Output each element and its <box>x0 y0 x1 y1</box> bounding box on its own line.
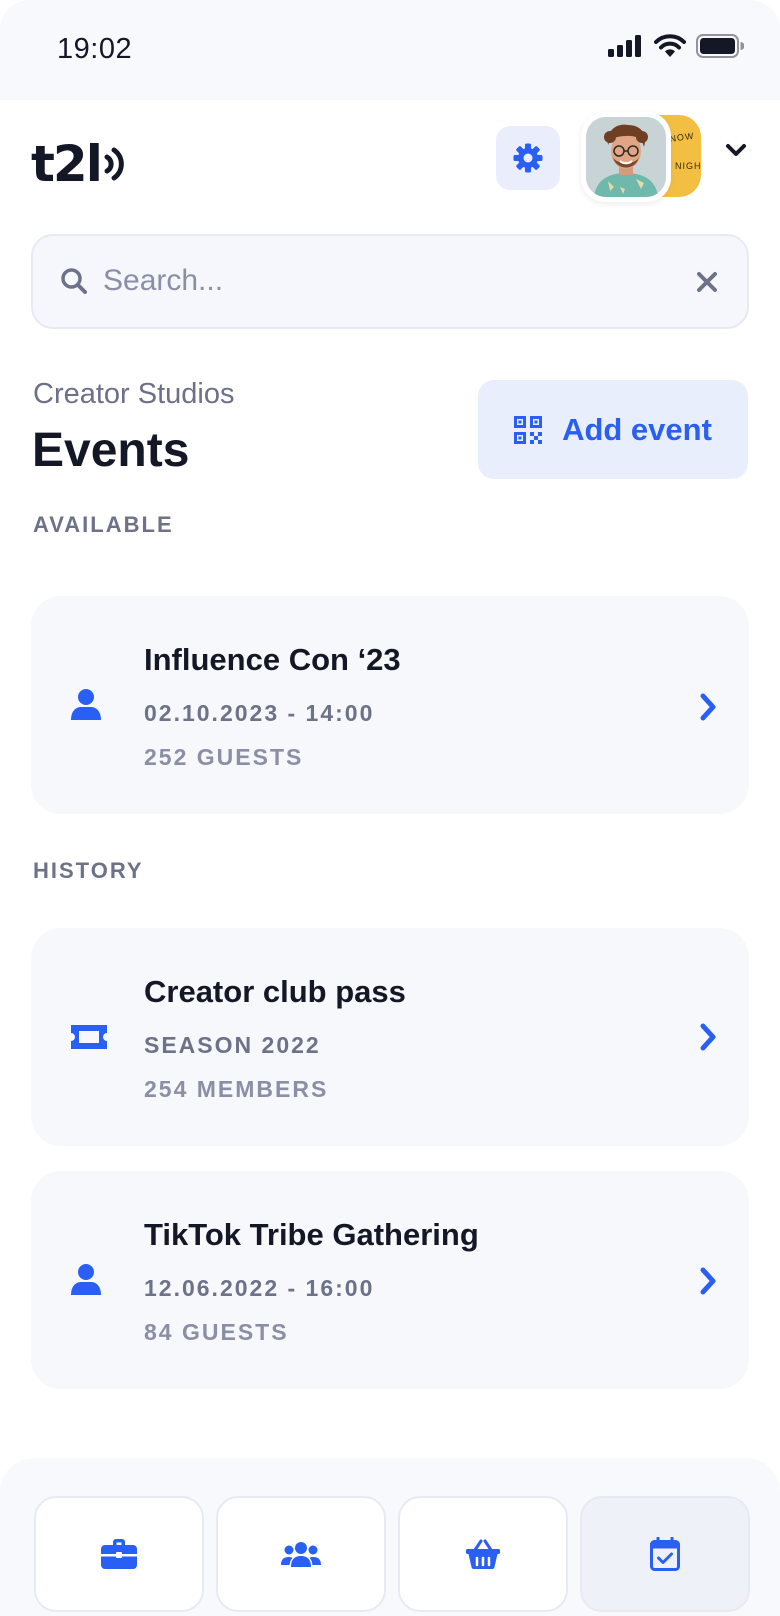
event-guests: 252 GUESTS <box>144 744 304 770</box>
battery-icon <box>696 34 744 58</box>
add-event-button[interactable]: Add event <box>478 380 748 479</box>
qr-code-icon <box>514 415 543 444</box>
event-members: 254 MEMBERS <box>144 1076 329 1102</box>
search-bar[interactable] <box>31 234 749 329</box>
user-avatar[interactable] <box>581 112 671 202</box>
app-logo[interactable]: t2l <box>31 135 127 193</box>
calendar-check-icon <box>650 1537 680 1571</box>
event-card[interactable]: Influence Con ‘23 02.10.2023 - 14:00 252… <box>31 596 749 814</box>
event-season: SEASON 2022 <box>144 1032 321 1058</box>
event-title: Influence Con ‘23 <box>144 642 401 677</box>
basket-icon <box>466 1539 500 1569</box>
app-header: t2l E NOW NIGH <box>0 100 780 220</box>
status-bar: 19:02 <box>0 0 780 100</box>
status-time: 19:02 <box>57 33 133 65</box>
user-icon <box>71 689 101 720</box>
user-icon <box>71 1264 101 1295</box>
chevron-right-icon <box>700 1267 716 1295</box>
chevron-down-icon[interactable] <box>725 142 747 158</box>
nav-tab-basket[interactable] <box>398 1496 568 1612</box>
nav-tab-briefcase[interactable] <box>34 1496 204 1612</box>
users-icon <box>281 1542 321 1567</box>
search-icon <box>61 268 87 294</box>
signal-icon <box>608 35 641 57</box>
logo-text: t2l <box>31 135 103 193</box>
sound-waves-icon <box>104 147 124 181</box>
user-photo <box>586 117 666 197</box>
event-title: TikTok Tribe Gathering <box>144 1217 479 1252</box>
page-title: Events <box>32 424 190 477</box>
settings-button[interactable] <box>496 126 560 190</box>
section-label-available: AVAILABLE <box>33 512 174 537</box>
chevron-right-icon <box>700 693 716 721</box>
wifi-icon <box>654 34 686 57</box>
event-card[interactable]: Creator club pass SEASON 2022 254 MEMBER… <box>31 928 749 1146</box>
event-title: Creator club pass <box>144 974 406 1009</box>
status-icons <box>608 34 744 58</box>
section-label-history: HISTORY <box>33 858 144 883</box>
event-date: 12.06.2022 - 16:00 <box>144 1275 375 1301</box>
briefcase-icon <box>101 1539 137 1569</box>
chevron-right-icon <box>700 1023 716 1051</box>
gear-icon <box>513 143 543 173</box>
search-input[interactable] <box>103 256 663 306</box>
ticket-icon <box>71 1025 107 1049</box>
add-event-label: Add event <box>562 411 712 447</box>
organization-name: Creator Studios <box>33 378 235 410</box>
close-icon[interactable] <box>695 270 719 294</box>
bottom-navigation <box>0 1458 780 1616</box>
event-date: 02.10.2023 - 14:00 <box>144 700 375 726</box>
nav-tab-users[interactable] <box>216 1496 386 1612</box>
nav-tab-calendar[interactable] <box>580 1496 750 1612</box>
event-guests: 84 GUESTS <box>144 1319 289 1345</box>
account-switcher[interactable]: E NOW NIGH <box>581 112 701 202</box>
event-card[interactable]: TikTok Tribe Gathering 12.06.2022 - 16:0… <box>31 1171 749 1389</box>
